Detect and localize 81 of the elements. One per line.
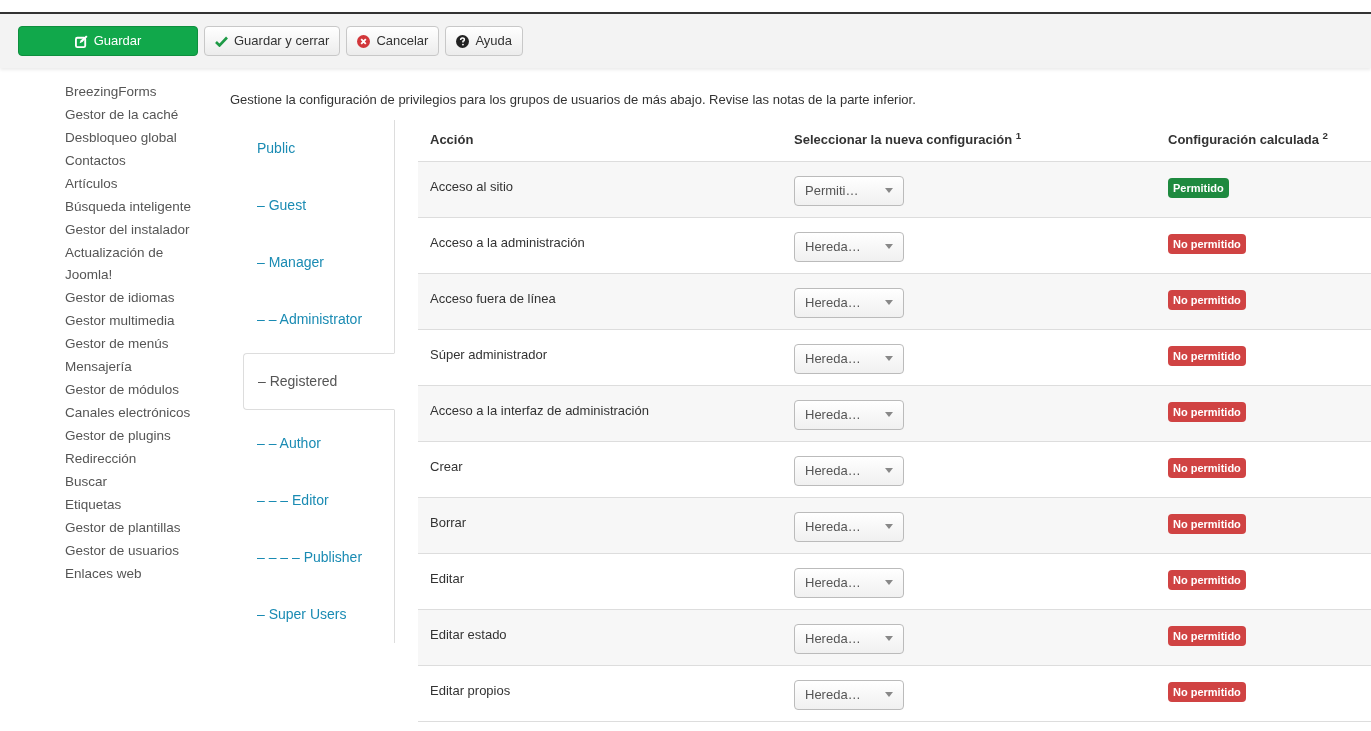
setting-select[interactable]: Permiti…: [794, 175, 904, 206]
action-label: Acceso a la interfaz de administración: [430, 402, 649, 418]
help-icon: [456, 34, 470, 48]
setting-select[interactable]: Hereda…: [794, 623, 904, 654]
caret-icon: [885, 412, 893, 417]
group-tab[interactable]: – Super Users: [243, 585, 394, 643]
sidebar-link[interactable]: Gestor de menús: [65, 332, 195, 355]
caret-icon: [885, 636, 893, 641]
status-badge: No permitido: [1168, 345, 1246, 366]
sidebar-link[interactable]: Etiquetas: [65, 493, 195, 516]
status-badge: No permitido: [1168, 457, 1246, 478]
setting-select[interactable]: Hereda…: [794, 567, 904, 598]
caret-icon: [885, 188, 893, 193]
action-label: Acceso a la administración: [430, 234, 585, 250]
action-label: Editar estado: [430, 626, 507, 642]
group-tab[interactable]: – – Administrator: [243, 290, 394, 348]
sidebar-link[interactable]: Redirección: [65, 447, 195, 470]
caret-icon: [885, 300, 893, 305]
group-tab[interactable]: – Registered: [243, 352, 395, 410]
sidebar-link[interactable]: Gestor de usuarios: [65, 539, 195, 562]
caret-icon: [885, 692, 893, 697]
caret-icon: [885, 468, 893, 473]
status-badge: No permitido: [1168, 513, 1246, 534]
status-badge: No permitido: [1168, 625, 1246, 646]
sidebar-link[interactable]: Desbloqueo global: [65, 126, 195, 149]
status-badge: Permitido: [1168, 177, 1229, 198]
action-label: Editar: [430, 570, 464, 586]
group-tab[interactable]: – Manager: [243, 233, 394, 291]
column-header: Acción: [430, 132, 474, 148]
action-label: Acceso al sitio: [430, 178, 514, 194]
sidebar-link[interactable]: Artículos: [65, 172, 195, 195]
status-badge: No permitido: [1168, 681, 1246, 702]
status-badge: No permitido: [1168, 569, 1246, 590]
setting-select[interactable]: Hereda…: [794, 343, 904, 374]
sidebar-link[interactable]: Canales electrónicos: [65, 401, 195, 424]
sidebar-link[interactable]: Buscar: [65, 470, 195, 493]
status-badge: No permitido: [1168, 289, 1246, 310]
status-badge: No permitido: [1168, 233, 1246, 254]
sidebar-link[interactable]: Gestor de plantillas: [65, 516, 195, 539]
group-tab[interactable]: – – – – Publisher: [243, 528, 394, 586]
sidebar-link[interactable]: Enlaces web: [65, 562, 195, 585]
action-label: Borrar: [430, 514, 467, 530]
status-badge: No permitido: [1168, 401, 1246, 422]
caret-icon: [885, 524, 893, 529]
sidebar-link[interactable]: Actualización de Joomla!: [65, 241, 195, 286]
setting-select[interactable]: Hereda…: [794, 399, 904, 430]
column-header: Configuración calculada $^{2}$: [1168, 132, 1329, 148]
action-label: Crear: [430, 458, 463, 474]
sidebar-link[interactable]: Gestor de módulos: [65, 378, 195, 401]
group-tab[interactable]: – Guest: [243, 176, 394, 234]
sidebar-link[interactable]: Gestor de idiomas: [65, 286, 195, 309]
close-icon: [357, 34, 371, 48]
save-close-button[interactable]: Guardar y cerrar: [204, 26, 341, 56]
sidebar-link[interactable]: Contactos: [65, 149, 195, 172]
group-tab[interactable]: – – – Editor: [243, 471, 394, 529]
setting-select[interactable]: Hereda…: [794, 287, 904, 318]
sidebar-link[interactable]: Búsqueda inteligente: [65, 195, 195, 218]
cancel-button[interactable]: Cancelar: [346, 26, 440, 56]
sidebar-link[interactable]: Gestor de la caché: [65, 103, 195, 126]
setting-select[interactable]: Hereda…: [794, 511, 904, 542]
action-label: Editar propios: [430, 682, 511, 698]
setting-select[interactable]: Hereda…: [794, 679, 904, 710]
caret-icon: [885, 244, 893, 249]
sidebar-link[interactable]: Gestor multimedia: [65, 309, 195, 332]
help-button[interactable]: Ayuda: [445, 26, 524, 56]
sidebar-link[interactable]: Mensajería: [65, 355, 195, 378]
sidebar-link[interactable]: BreezingForms: [65, 80, 195, 103]
sidebar-link[interactable]: Gestor de plugins: [65, 424, 195, 447]
group-tab[interactable]: – – Author: [243, 414, 394, 472]
column-header: Seleccionar la nueva configuración $^{1}$: [794, 132, 1022, 148]
sidebar-link[interactable]: Gestor del instalador: [65, 218, 195, 241]
setting-select[interactable]: Hereda…: [794, 231, 904, 262]
setting-select[interactable]: Hereda…: [794, 455, 904, 486]
action-label: Acceso fuera de línea: [430, 290, 556, 306]
caret-icon: [885, 580, 893, 585]
caret-icon: [885, 356, 893, 361]
group-tab[interactable]: Public: [243, 119, 394, 177]
edit-icon: [74, 34, 88, 48]
checkmark-icon: [215, 35, 228, 47]
action-label: Súper administrador: [430, 346, 548, 362]
description-text: Gestione la configuración de privilegios para los grupos de usuarios de más abajo. Revise las notas de la parte inferior.: [230, 91, 917, 109]
